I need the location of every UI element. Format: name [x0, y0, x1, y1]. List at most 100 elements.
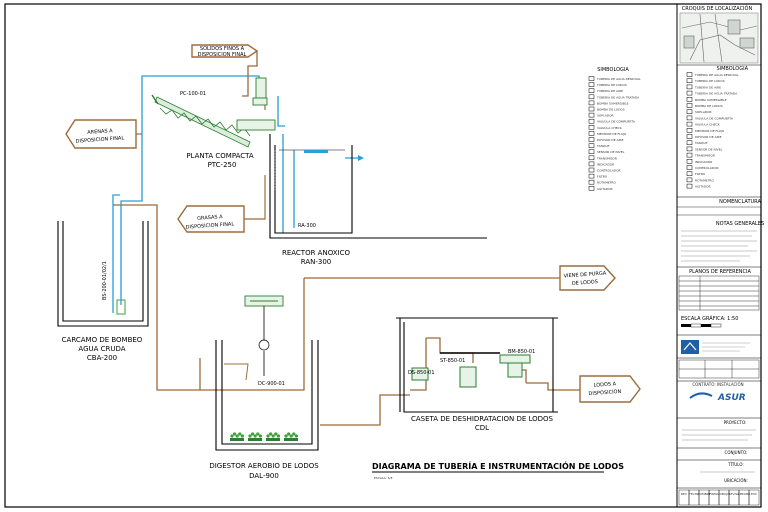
tb-legend-item: SOPLADOR: [695, 110, 712, 114]
water-surface: [304, 150, 328, 153]
tb-legend-symbol-icon: [686, 121, 693, 127]
pid-drawing-sheet: CROQUIS DE LOCALIZACIÓN SIMBOLOGIA TUBER…: [0, 0, 768, 512]
flag-lodos: LODOS A DISPOSICION: [579, 375, 641, 403]
legend-symbol-icon: [588, 179, 595, 185]
legend-item: TUBERIA DE LODOS: [596, 83, 627, 87]
legend-item: TUBERIA DE AGUA TRATADA: [596, 95, 640, 99]
tb-legend-item: INDICADOR: [695, 160, 712, 164]
diffuser-bubble-icon: [284, 434, 288, 438]
diffuser-bubble-icon: [251, 432, 255, 436]
tag-bm: BM-850-01: [508, 349, 535, 355]
diffuser-icon: [230, 438, 244, 441]
tb-legend-symbol-icon: [686, 103, 693, 108]
diffuser-bubble-icon: [289, 434, 293, 438]
planta-tag: PTC-250: [208, 161, 237, 169]
graphic-scale: [681, 323, 722, 328]
tb-legend-item: TUBERIA DE AGUA TRATADA: [694, 92, 738, 96]
caseta-name: CASETA DE DESHIDRATACION DE LODOS: [411, 415, 554, 423]
diffuser-bubble-icon: [258, 434, 262, 438]
legend-item: FILTRO: [597, 175, 608, 179]
diffuser-bubble-icon: [287, 432, 291, 436]
diffuser-bubble-icon: [274, 432, 278, 436]
tb-legend-item: SENSOR DE NIVEL: [695, 147, 723, 151]
legend-item: DIFUSOR DE AIRE: [597, 138, 624, 142]
legend-symbol-icon: [588, 186, 595, 191]
tag-pc: PC-100-01: [180, 91, 206, 97]
contratista-label: CONTRATO: INSTALACIÓN: [692, 382, 743, 387]
tb-legend-item: VALVULA DE COMPUERTA: [695, 116, 734, 120]
tb-legend-symbol-icon: [686, 183, 693, 189]
ubicacion-label: UBICACIÓN:: [724, 478, 748, 483]
carcamo-tag: CBA-200: [87, 354, 117, 362]
legend-item: BOMBA DE LODOS: [597, 108, 625, 112]
conjunto-label: CONJUNTO:: [725, 450, 748, 455]
tb-legend-item: AGITADOR: [695, 185, 711, 189]
notas-header: NOTAS GENERALES: [716, 221, 764, 227]
diffuser-bubble-icon: [269, 432, 273, 436]
legend-symbol-icon: [588, 94, 595, 100]
legend-title: SIMBOLOGIA: [597, 67, 629, 73]
tb-legend-symbol-icon: [686, 134, 693, 139]
legend-item: VALVULA DE COMPUERTA: [597, 120, 636, 124]
diffuser-icon: [266, 438, 280, 441]
tb-legend-symbol-icon: [686, 140, 693, 145]
reactor-tag: RAN-300: [301, 258, 332, 266]
legend-symbol-icon: [588, 112, 595, 118]
tb-legend-item: TRANSMISOR: [694, 154, 715, 158]
carcamo-name1: CARCAMO DE BOMBEO: [62, 336, 143, 344]
tb-legend-symbol-icon: [686, 159, 693, 164]
tag-bs: BS-200-01/02/1: [102, 261, 108, 300]
diffuser-bubble-icon: [248, 434, 252, 438]
legend-item: TRANSMISOR: [596, 156, 617, 160]
legend-symbol-icon: [588, 100, 595, 106]
simbologia-header: SIMBOLOGIA: [716, 66, 748, 72]
air-valve-icon: [258, 339, 270, 351]
legend-item: TANQUE: [596, 144, 609, 148]
legend-symbol-icon: [588, 137, 595, 142]
tb-legend-symbol-icon: [686, 177, 693, 183]
titulo-label: TÍTULO:: [727, 462, 744, 467]
digestor-name: DIGESTOR AEROBIO DE LODOS: [209, 462, 319, 470]
tb-legend-symbol-icon: [686, 84, 693, 90]
tb-legend-symbol-icon: [686, 72, 693, 77]
legend-symbol-icon: [588, 167, 595, 173]
diffuser-bubble-icon: [235, 434, 239, 438]
legend-item: BOMBA SUMERGIBLE: [597, 101, 629, 105]
tb-legend-symbol-icon: [686, 90, 693, 96]
tag-ra: RA-300: [298, 223, 316, 229]
tb-legend-item: TANQUE: [694, 141, 707, 145]
diffuser-icon: [248, 438, 262, 441]
flag-purga: VIENE DE PURGA DE LODOS: [559, 265, 616, 291]
diffuser-bubble-icon: [253, 434, 257, 438]
legend-item: SENSOR DE NIVEL: [597, 150, 625, 154]
tb-legend-symbol-icon: [686, 152, 693, 158]
tb-legend-symbol-icon: [686, 146, 693, 152]
legend-symbol-icon: [588, 76, 595, 81]
flag-solidos: SOLIDOS FINOS A DISPOSICION FINAL: [191, 44, 259, 58]
diffuser-bubble-icon: [240, 434, 244, 438]
proyecto-label: PROYECTO:: [724, 420, 747, 425]
flag-arenas: ARENAS A DISPOSICION FINAL: [65, 119, 137, 149]
legend-item: AGITADOR: [597, 187, 613, 191]
tag-dc: DC-900-01: [258, 381, 285, 387]
scale-note: ESCALA: S/E: [374, 476, 393, 480]
legend-item: MEDIDOR DE FLUJO: [597, 132, 627, 136]
flag-solidos-line2: DISPOSICION FINAL: [198, 52, 247, 58]
diffuser-bubble-icon: [256, 432, 260, 436]
diffuser-icon: [284, 438, 298, 441]
tb-legend-symbol-icon: [686, 97, 693, 102]
legend-symbol-icon: [588, 131, 595, 136]
tb-legend-item: MEDIDOR DE FLUJO: [695, 129, 725, 133]
asur-logo-text: ASUR: [717, 393, 746, 403]
diffuser-bubble-icon: [230, 434, 234, 438]
drawing-title: DIAGRAMA DE TUBERÍA E INSTRUMENTACIÓN DE…: [372, 460, 624, 471]
tb-legend-symbol-icon: [686, 128, 693, 133]
croquis-header: CROQUIS DE LOCALIZACIÓN: [682, 5, 753, 12]
diffuser-bubble-icon: [271, 434, 275, 438]
diffuser-bubble-icon: [233, 432, 237, 436]
reactor-name: REACTOR ANOXICO: [282, 249, 351, 257]
tb-legend-item: DIFUSOR DE AIRE: [695, 135, 722, 139]
tb-legend-item: BOMBA DE LODOS: [695, 104, 723, 108]
carcamo-name2: AGUA CRUDA: [78, 345, 125, 353]
legend-symbol-icon: [588, 82, 595, 87]
